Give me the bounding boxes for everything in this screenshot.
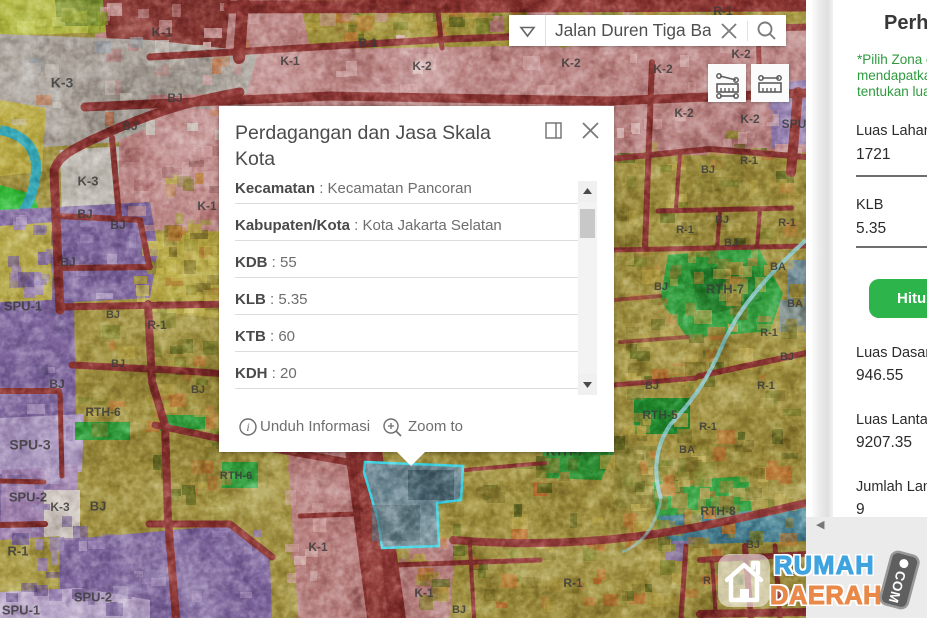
svg-text:SPU: SPU	[782, 117, 806, 131]
svg-text:R-1: R-1	[760, 327, 778, 339]
svg-text:K-3: K-3	[50, 500, 70, 514]
svg-text:RTH-6: RTH-6	[85, 405, 121, 419]
svg-text:RTH-5: RTH-5	[642, 408, 678, 422]
svg-text:BJ: BJ	[645, 380, 659, 392]
svg-text:BA: BA	[770, 261, 786, 273]
svg-text:BJ: BJ	[90, 498, 107, 513]
svg-text:K-1: K-1	[152, 24, 173, 39]
svg-text:BJ: BJ	[77, 207, 92, 221]
svg-text:K-2: K-2	[740, 112, 760, 126]
svg-text:SPU-2: SPU-2	[74, 589, 112, 604]
svg-text:BJ: BJ	[106, 309, 120, 321]
svg-text:R-1: R-1	[563, 576, 583, 590]
svg-text:K-3: K-3	[78, 173, 99, 188]
svg-text:K-1: K-1	[414, 586, 434, 600]
svg-text:K-2: K-2	[731, 47, 751, 61]
svg-text:R-1: R-1	[757, 380, 775, 392]
svg-text:BJ: BJ	[654, 281, 668, 293]
svg-text:SPU-3: SPU-3	[9, 437, 50, 453]
svg-text:R-1: R-1	[778, 217, 796, 229]
svg-text:BJ: BJ	[191, 384, 205, 396]
svg-text:BJ: BJ	[111, 358, 125, 370]
svg-text:K-3: K-3	[51, 75, 74, 91]
svg-text:BJ: BJ	[167, 91, 182, 105]
svg-text:SPU-2: SPU-2	[9, 489, 47, 504]
svg-text:RTH-7: RTH-7	[706, 281, 744, 296]
svg-text:SPU-1: SPU-1	[4, 298, 42, 313]
svg-text:R-1: R-1	[699, 421, 717, 433]
svg-text:K-1: K-1	[280, 54, 300, 68]
svg-text:BJ: BJ	[49, 377, 64, 391]
svg-text:i: i	[246, 420, 249, 434]
svg-text:BJ: BJ	[724, 237, 738, 249]
svg-text:RTH-8: RTH-8	[700, 504, 736, 518]
svg-text:BA: BA	[679, 444, 695, 456]
svg-text:K-2: K-2	[653, 62, 673, 76]
svg-text:BJ: BJ	[715, 214, 729, 226]
svg-text:R-1: R-1	[147, 318, 167, 332]
svg-text:R-1: R-1	[740, 155, 758, 167]
svg-text:RTH-6: RTH-6	[220, 470, 252, 482]
svg-text:BJ: BJ	[122, 119, 137, 133]
svg-text:K-2: K-2	[674, 106, 694, 120]
svg-text:K-2: K-2	[412, 59, 432, 73]
svg-text:K-2: K-2	[561, 56, 581, 70]
svg-text:BJ: BJ	[110, 218, 125, 232]
svg-text:K-1: K-1	[308, 540, 328, 554]
svg-text:BJ: BJ	[452, 604, 466, 616]
svg-text:R-1: R-1	[676, 224, 694, 236]
svg-text:BA: BA	[787, 298, 803, 310]
svg-text:K-1: K-1	[197, 199, 217, 213]
svg-text:BJ: BJ	[780, 351, 794, 363]
svg-text:SPU-1: SPU-1	[2, 602, 40, 617]
svg-text:BJ: BJ	[701, 164, 715, 176]
svg-text:BJ: BJ	[60, 255, 75, 269]
svg-text:R-1: R-1	[8, 543, 29, 558]
svg-text:R-1: R-1	[358, 36, 378, 50]
